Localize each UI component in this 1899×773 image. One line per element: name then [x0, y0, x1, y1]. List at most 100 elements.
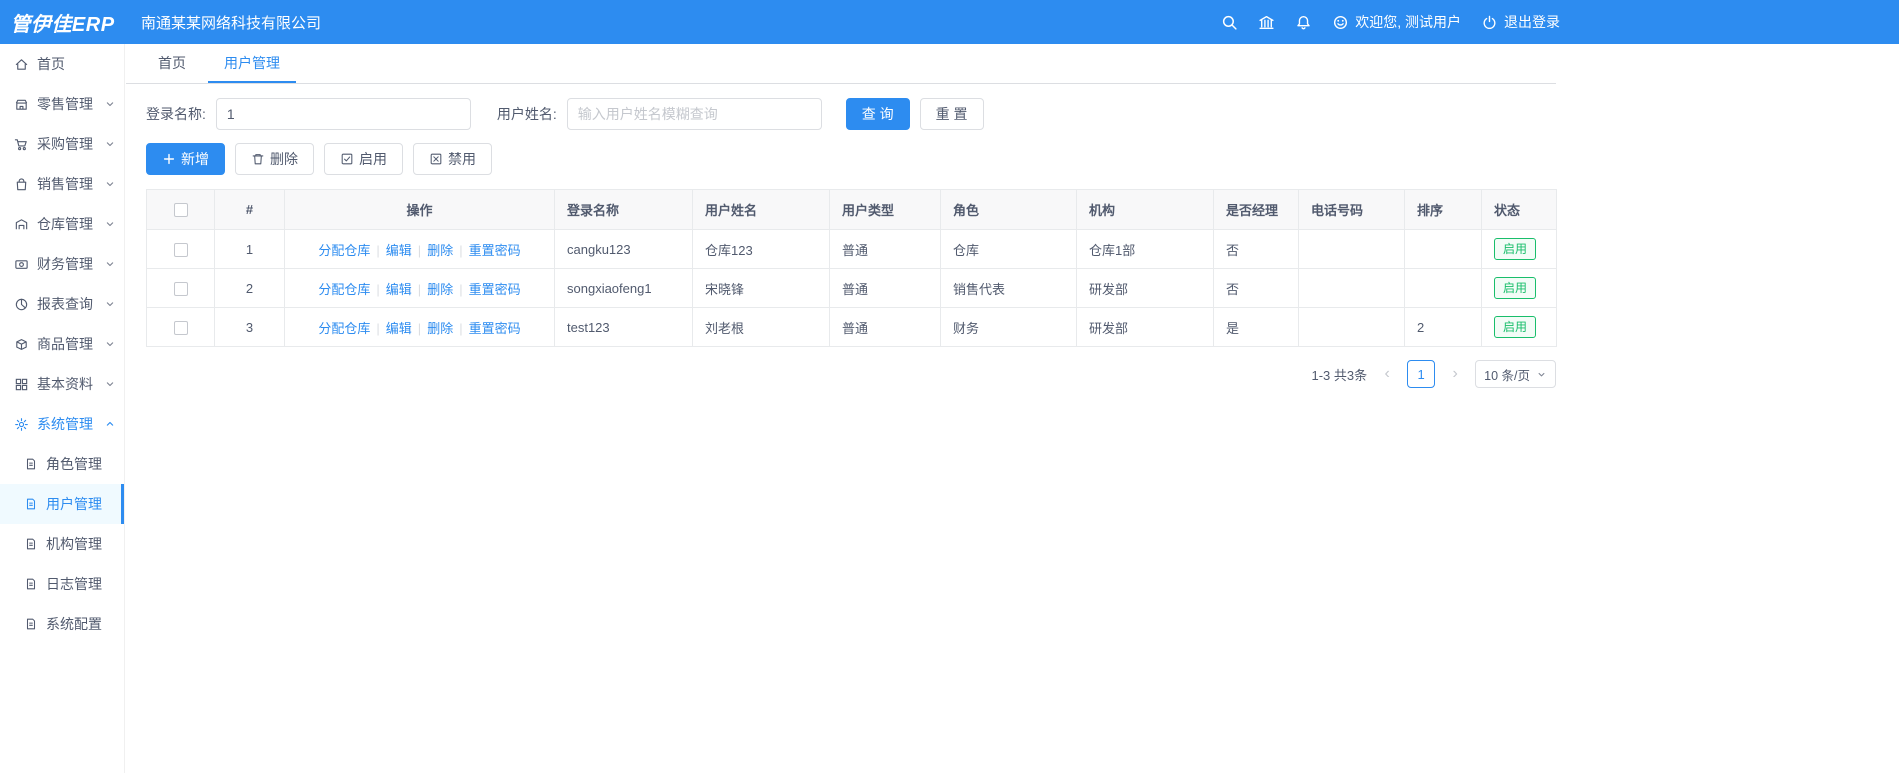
action-edit[interactable]: 编辑 — [386, 282, 412, 297]
cell-type: 普通 — [829, 268, 941, 308]
sidebar-item-label: 角色管理 — [46, 456, 102, 472]
logout-text: 退出登录 — [1504, 14, 1560, 30]
sidebar-item-system[interactable]: 系统管理 — [0, 404, 124, 444]
sidebar-item-retail[interactable]: 零售管理 — [0, 84, 124, 124]
cell-sort — [1404, 268, 1482, 308]
cell-index: 2 — [214, 268, 285, 308]
cell-name: 宋晓锋 — [692, 268, 830, 308]
cell-role: 仓库 — [940, 229, 1077, 269]
page-size-select[interactable]: 10 条/页 — [1475, 360, 1556, 388]
prev-page-button[interactable]: ‹ — [1375, 360, 1399, 388]
action-edit[interactable]: 编辑 — [386, 243, 412, 258]
table-row: 3 分配仓库 | 编辑 | 删除 | 重置密码 test123 刘老根 普通 财务 研发部 … — [146, 307, 1557, 347]
next-page-button[interactable]: › — [1443, 360, 1467, 388]
cell-role: 财务 — [940, 307, 1077, 347]
tab-user-management[interactable]: 用户管理 — [208, 44, 296, 83]
action-edit[interactable]: 编辑 — [386, 321, 412, 336]
action-delete[interactable]: 删除 — [427, 282, 453, 297]
sidebar-item-finance[interactable]: 财务管理 — [0, 244, 124, 284]
delete-button[interactable]: 删除 — [235, 143, 314, 175]
sidebar-item-label: 日志管理 — [46, 576, 102, 592]
enable-button[interactable]: 启用 — [324, 143, 403, 175]
chevron-down-icon — [104, 258, 116, 270]
action-reset-password[interactable]: 重置密码 — [469, 282, 521, 297]
sidebar-item-sales[interactable]: 销售管理 — [0, 164, 124, 204]
col-header-name: 用户姓名 — [692, 189, 830, 230]
action-delete[interactable]: 删除 — [427, 243, 453, 258]
sidebar-item-label: 财务管理 — [37, 256, 93, 272]
action-assign-warehouse[interactable]: 分配仓库 — [318, 243, 370, 258]
add-button[interactable]: 新增 — [146, 143, 225, 175]
bell-icon[interactable] — [1295, 14, 1312, 31]
header-checkbox-cell — [146, 189, 215, 230]
col-header-manager: 是否经理 — [1213, 189, 1299, 230]
x-square-icon — [429, 152, 443, 166]
sidebar-item-label: 采购管理 — [37, 136, 93, 152]
user-name-label: 用户姓名: — [496, 106, 557, 122]
users-table: # 操作 登录名称 用户姓名 用户类型 角色 机构 是否经理 电话号码 排序 状… — [146, 189, 1557, 347]
cell-index: 3 — [214, 307, 285, 347]
tab-home[interactable]: 首页 — [142, 44, 202, 83]
row-actions: 分配仓库 | 编辑 | 删除 | 重置密码 — [284, 307, 555, 347]
action-separator: | — [417, 242, 422, 258]
action-separator: | — [376, 281, 380, 297]
chevron-down-icon — [104, 138, 116, 150]
sidebar-item-reports[interactable]: 报表查询 — [0, 284, 124, 324]
sidebar-item-user-mgmt[interactable]: 用户管理 — [0, 484, 124, 524]
search-icon[interactable] — [1221, 14, 1238, 31]
logout-button[interactable]: 退出登录 — [1481, 12, 1560, 32]
sidebar-item-home[interactable]: 首页 — [0, 44, 124, 84]
cell-manager: 否 — [1213, 229, 1299, 269]
row-checkbox[interactable] — [173, 281, 188, 296]
sidebar-item-system-config[interactable]: 系统配置 — [0, 604, 124, 644]
action-reset-password[interactable]: 重置密码 — [469, 321, 521, 336]
plus-icon — [162, 152, 176, 166]
chevron-down-icon — [104, 98, 116, 110]
sidebar-item-purchase[interactable]: 采购管理 — [0, 124, 124, 164]
welcome-user[interactable]: 欢迎您, 测试用户 — [1332, 12, 1461, 32]
sidebar-item-label: 基本资料 — [37, 376, 93, 392]
action-assign-warehouse[interactable]: 分配仓库 — [318, 282, 370, 297]
sidebar-item-role-mgmt[interactable]: 角色管理 — [0, 444, 124, 484]
action-assign-warehouse[interactable]: 分配仓库 — [318, 321, 370, 336]
sidebar-item-warehouse[interactable]: 仓库管理 — [0, 204, 124, 244]
disable-button[interactable]: 禁用 — [413, 143, 492, 175]
cell-phone — [1298, 268, 1405, 308]
action-reset-password[interactable]: 重置密码 — [469, 243, 521, 258]
cell-org: 研发部 — [1076, 307, 1214, 347]
pie-chart-icon — [14, 297, 29, 312]
main-area: 首页 用户管理 登录名称: 用户姓名: 查 询 重 置 新增 删除 启用 — [126, 44, 1557, 773]
col-header-phone: 电话号码 — [1298, 189, 1405, 230]
col-header-index: # — [214, 189, 285, 230]
cell-org: 仓库1部 — [1076, 229, 1214, 269]
sidebar-item-basic-data[interactable]: 基本资料 — [0, 364, 124, 404]
table-row: 1 分配仓库 | 编辑 | 删除 | 重置密码 cangku123 仓库123 普通 仓库 … — [146, 229, 1557, 269]
col-header-role: 角色 — [940, 189, 1077, 230]
row-checkbox[interactable] — [173, 320, 188, 335]
search-form: 登录名称: 用户姓名: 查 询 重 置 — [146, 98, 1556, 130]
row-checkbox[interactable] — [173, 242, 188, 257]
document-icon — [24, 577, 38, 591]
action-separator: | — [417, 320, 422, 336]
reset-button[interactable]: 重 置 — [919, 98, 984, 130]
sidebar-item-label: 零售管理 — [37, 96, 93, 112]
login-name-input[interactable] — [215, 98, 471, 130]
sidebar-item-goods[interactable]: 商品管理 — [0, 324, 124, 364]
current-page-button[interactable]: 1 — [1407, 360, 1436, 388]
table-row: 2 分配仓库 | 编辑 | 删除 | 重置密码 songxiaofeng1 宋晓锋 普通 销… — [146, 268, 1557, 308]
action-delete[interactable]: 删除 — [427, 321, 453, 336]
user-name-input[interactable] — [566, 98, 822, 130]
cell-checkbox — [146, 307, 215, 347]
status-badge: 启用 — [1494, 238, 1537, 260]
cell-name: 仓库123 — [692, 229, 830, 269]
home-bank-icon[interactable] — [1258, 14, 1275, 31]
sidebar-item-log-mgmt[interactable]: 日志管理 — [0, 564, 124, 604]
sidebar-item-org-mgmt[interactable]: 机构管理 — [0, 524, 124, 564]
sidebar-item-label: 仓库管理 — [37, 216, 93, 232]
pagination-total: 1-3 共3条 — [1311, 367, 1368, 383]
query-button[interactable]: 查 询 — [845, 98, 910, 130]
app-logo: 管伊佳ERP — [10, 13, 115, 36]
action-separator: | — [376, 320, 380, 336]
topbar: 管伊佳ERP 南通某某网络科技有限公司 欢迎您, 测试用户 退出登录 — [0, 0, 1899, 44]
select-all-checkbox[interactable] — [173, 203, 188, 218]
